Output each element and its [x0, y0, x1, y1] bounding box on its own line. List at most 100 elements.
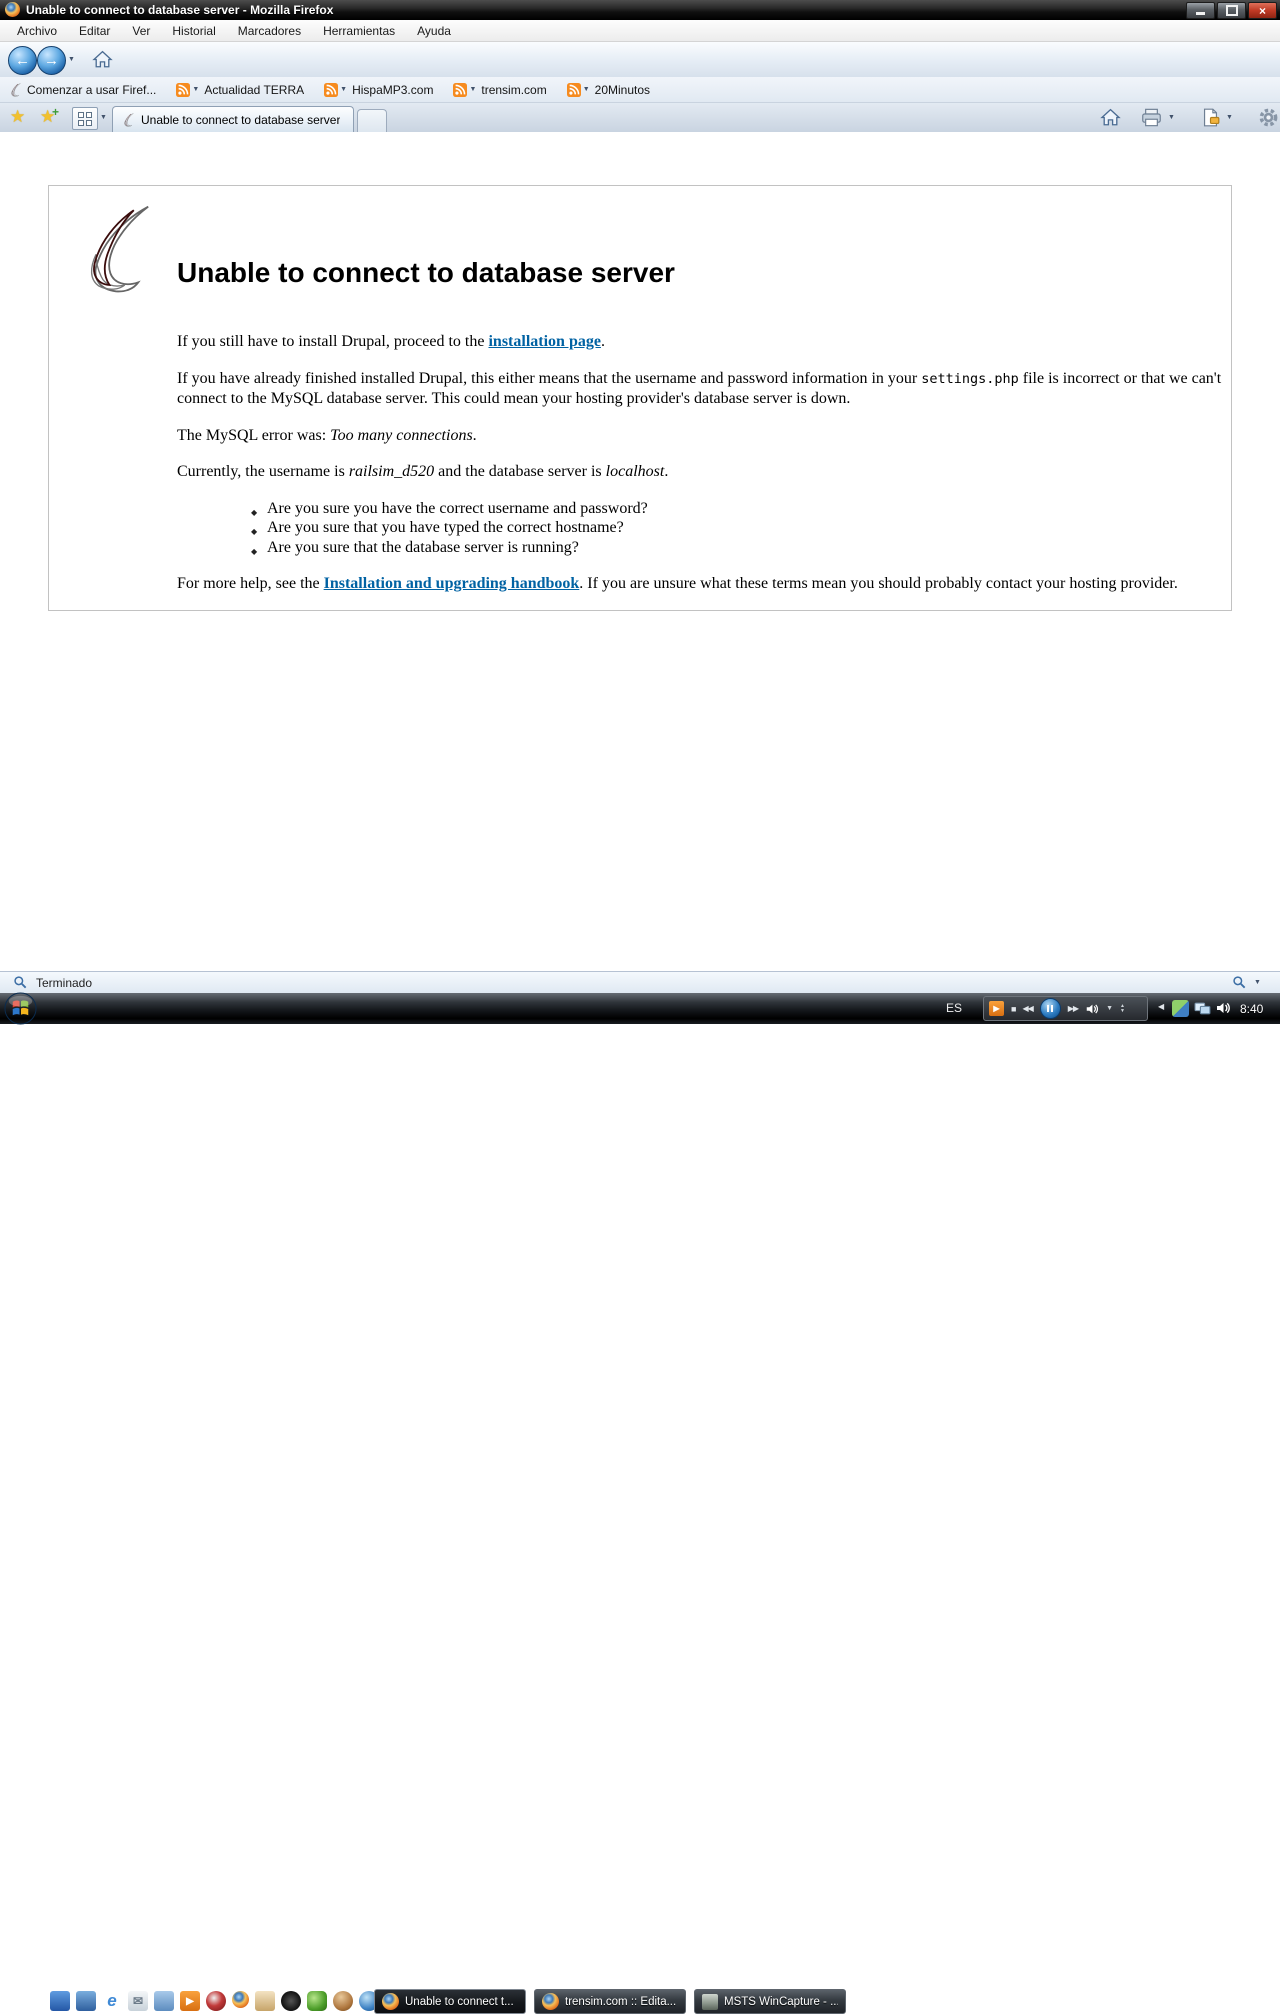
quick-launch: e ✉ ▶: [50, 1991, 379, 2011]
wmp-volume-dropdown-arrow[interactable]: ▼: [1106, 1005, 1113, 1012]
wmp-stop-button[interactable]: ■: [1011, 1004, 1015, 1014]
media-player-icon[interactable]: ▶: [180, 1991, 200, 2011]
page-dropdown-arrow[interactable]: ▼: [1226, 114, 1233, 121]
tools-gear-icon[interactable]: [1259, 108, 1278, 127]
wmp-volume-icon[interactable]: [1085, 1002, 1099, 1016]
navigation-toolbar: ← → ▼ http://www.railsimulator.com/ ▼ ↻ …: [0, 42, 1280, 78]
dark-app-icon[interactable]: [281, 1991, 301, 2011]
text-segment: .: [473, 427, 477, 444]
taskbar-button-wincapture[interactable]: MSTS WinCapture - ...: [694, 1989, 846, 2014]
close-button[interactable]: ×: [1248, 2, 1277, 19]
tray-app-icon[interactable]: [1172, 1000, 1189, 1017]
text-segment: Currently, the username is: [177, 463, 349, 480]
bookmark-hispamp3[interactable]: ▼ HispaMP3.com: [324, 83, 433, 97]
tray-volume-icon[interactable]: [1215, 1000, 1231, 1016]
home-network-icon[interactable]: [255, 1991, 275, 2011]
wmp-expand-arrows[interactable]: ▲▼: [1120, 1004, 1125, 1014]
menu-ver[interactable]: Ver: [121, 21, 161, 41]
bookmark-label: Comenzar a usar Firef...: [27, 83, 156, 97]
language-indicator[interactable]: ES: [946, 1001, 962, 1015]
restore-button[interactable]: [1217, 2, 1246, 19]
zoom-icon[interactable]: [1232, 975, 1247, 990]
bookmarks-toolbar: Comenzar a usar Firef... ▼ Actualidad TE…: [0, 77, 1280, 103]
windows-taskbar: e ✉ ▶ Unable to connect t... trensim.com…: [0, 993, 1280, 1024]
start-button[interactable]: [4, 992, 37, 1025]
messenger-icon[interactable]: [307, 1991, 327, 2011]
menu-marcadores[interactable]: Marcadores: [227, 21, 312, 41]
show-desktop-icon[interactable]: [50, 1991, 70, 2011]
firefox-icon: [5, 2, 20, 17]
railsimulator-logo: [69, 204, 159, 294]
add-plus-icon: +: [52, 105, 59, 119]
media-library-icon[interactable]: [154, 1991, 174, 2011]
switch-windows-icon[interactable]: [76, 1991, 96, 2011]
tray-chevron-icon[interactable]: ◀: [1158, 1002, 1164, 1011]
checklist: Are you sure you have the correct userna…: [251, 499, 1223, 558]
tab-list-button[interactable]: [72, 107, 98, 130]
bookmark-20minutos[interactable]: ▼ 20Minutos: [567, 83, 650, 97]
firefox-quicklaunch-icon[interactable]: [232, 1991, 249, 2008]
emule-icon[interactable]: [333, 1991, 353, 2011]
text-segment: If you have already finished installed D…: [177, 370, 921, 387]
print-icon[interactable]: [1141, 108, 1162, 127]
error-page-box: Unable to connect to database server If …: [48, 185, 1232, 611]
internet-explorer-icon[interactable]: e: [102, 1991, 122, 2011]
history-dropdown-arrow[interactable]: ▼: [68, 56, 75, 63]
forward-button[interactable]: →: [37, 46, 66, 75]
tab-list-dropdown-arrow[interactable]: ▼: [100, 114, 107, 121]
bookmark-favicon: [8, 83, 22, 97]
page-title: Unable to connect to database server: [177, 258, 1223, 288]
zoom-dropdown-arrow[interactable]: ▼: [1254, 979, 1261, 986]
minimize-button[interactable]: [1186, 2, 1215, 19]
menu-historial[interactable]: Historial: [161, 21, 226, 41]
feed-dropdown-arrow: ▼: [583, 86, 590, 93]
paragraph-mysql-error: The MySQL error was: Too many connection…: [177, 426, 1223, 446]
rss-feed-icon: [567, 83, 581, 97]
menu-ayuda[interactable]: Ayuda: [406, 21, 462, 41]
page-actions-icon[interactable]: [1201, 108, 1220, 127]
installation-page-link[interactable]: installation page: [488, 333, 600, 350]
back-icon: ←: [15, 52, 30, 69]
wmp-previous-button[interactable]: ◀◀: [1022, 1004, 1032, 1013]
tab-active[interactable]: Unable to connect to database server: [112, 106, 354, 132]
bookmark-getting-started[interactable]: Comenzar a usar Firef...: [8, 83, 156, 97]
back-button[interactable]: ←: [8, 46, 37, 75]
bookmark-trensim[interactable]: ▼ trensim.com: [453, 83, 546, 97]
status-text: Terminado: [36, 976, 92, 990]
menu-editar[interactable]: Editar: [68, 21, 121, 41]
task-label: trensim.com :: Edita...: [565, 1996, 676, 2008]
wincapture-icon: [702, 1994, 718, 2010]
home-page-icon[interactable]: [1100, 107, 1121, 128]
bookmark-actualidad-terra[interactable]: ▼ Actualidad TERRA: [176, 83, 304, 97]
tray-network-icon[interactable]: [1194, 1000, 1211, 1017]
firefox-icon: [542, 1993, 559, 2010]
taskbar-button-trensim[interactable]: trensim.com :: Edita...: [534, 1989, 686, 2014]
menu-archivo[interactable]: Archivo: [6, 21, 68, 41]
text-segment: The MySQL error was:: [177, 427, 330, 444]
wmp-next-button[interactable]: ▶▶: [1068, 1004, 1078, 1013]
mail-icon[interactable]: ✉: [128, 1991, 148, 2011]
feed-dropdown-arrow: ▼: [340, 86, 347, 93]
paragraph-help: For more help, see the Installation and …: [177, 574, 1223, 594]
menu-herramientas[interactable]: Herramientas: [312, 21, 406, 41]
tabbar-right-buttons: ▼ ▼ ▼: [1100, 107, 1280, 128]
username-value: railsim_d520: [349, 463, 434, 480]
taskbar-clock[interactable]: 8:40: [1240, 1002, 1263, 1016]
wmp-pause-button[interactable]: [1040, 998, 1061, 1019]
realplayer-icon[interactable]: [206, 1991, 226, 2011]
home-icon[interactable]: [92, 49, 113, 70]
paragraph-settings: If you have already finished installed D…: [177, 369, 1223, 409]
print-dropdown-arrow[interactable]: ▼: [1168, 114, 1175, 121]
rss-feed-icon: [176, 83, 190, 97]
taskbar-button-firefox-error[interactable]: Unable to connect t...: [374, 1989, 526, 2014]
tab-stub[interactable]: [357, 109, 387, 133]
tab-bar: ★ ★ + ▼ Unable to connect to database se…: [0, 103, 1280, 133]
wmp-icon: ▶: [989, 1001, 1004, 1016]
find-icon[interactable]: [13, 975, 28, 990]
window-controls: ×: [1186, 2, 1277, 19]
wmp-mini-toolbar: ▶ ■ ◀◀ ▶▶ ▼ ▲▼: [983, 996, 1148, 1021]
bookmark-star-icon[interactable]: ★: [10, 107, 25, 127]
handbook-link[interactable]: Installation and upgrading handbook: [324, 575, 580, 592]
tab-favicon: [121, 113, 135, 127]
window-title: Unable to connect to database server - M…: [26, 3, 333, 17]
